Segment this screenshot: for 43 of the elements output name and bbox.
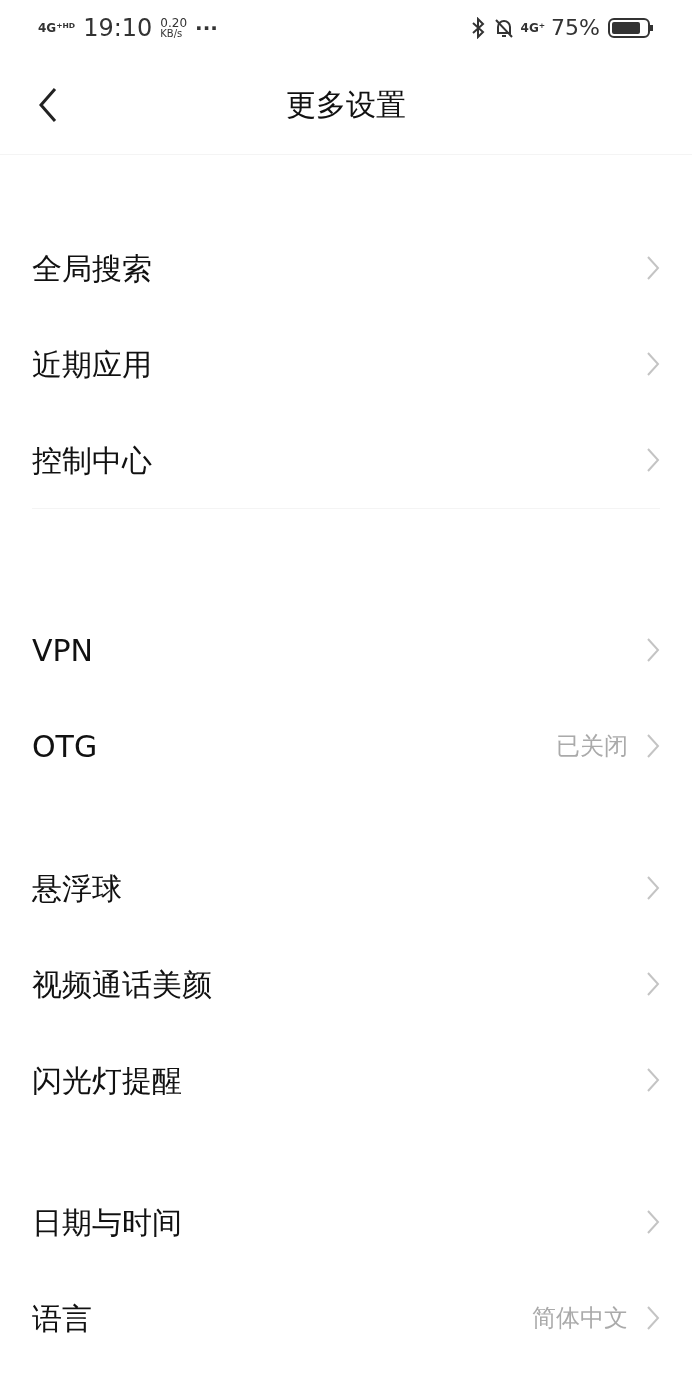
settings-row[interactable]: 视频通话美颜 [32, 936, 660, 1032]
setting-value: 已关闭 [556, 731, 628, 762]
chevron-right-icon [646, 971, 660, 997]
setting-label: 全局搜索 [32, 249, 153, 288]
chevron-right-icon [646, 255, 660, 281]
page-title: 更多设置 [286, 86, 406, 124]
network-indicator: 4G⁺ [520, 21, 546, 34]
setting-label: 控制中心 [32, 441, 153, 480]
bluetooth-icon [470, 16, 485, 39]
setting-label: 视频通话美颜 [32, 965, 213, 1004]
chevron-right-icon [646, 351, 660, 377]
more-indicator: ··· [195, 14, 218, 42]
chevron-right-icon [646, 1067, 660, 1093]
chevron-right-icon [646, 1305, 660, 1331]
back-icon [38, 87, 58, 123]
battery-icon [608, 16, 654, 39]
setting-label: 悬浮球 [32, 869, 123, 908]
chevron-right-icon [646, 447, 660, 473]
settings-row[interactable]: 控制中心 [32, 412, 660, 508]
speed-value: 0.20 [160, 16, 188, 29]
chevron-right-icon [646, 1209, 660, 1235]
settings-row[interactable]: VPN [32, 602, 660, 698]
chevron-right-icon [646, 875, 660, 901]
settings-row[interactable]: 近期应用 [32, 316, 660, 412]
setting-label: VPN [32, 631, 95, 670]
setting-label: 近期应用 [32, 345, 153, 384]
setting-label: 语言 [32, 1299, 93, 1338]
settings-row[interactable]: 全局搜索 [32, 220, 660, 316]
chevron-right-icon [646, 733, 660, 759]
status-time: 19:10 [83, 12, 153, 44]
speed-unit: KB/s [160, 28, 184, 39]
settings-row[interactable]: 日期与时间 [32, 1174, 660, 1270]
setting-label: OTG [32, 727, 99, 766]
setting-label: 闪光灯提醒 [32, 1061, 183, 1100]
battery-percent: 75% [551, 14, 600, 42]
settings-row[interactable]: OTG 已关闭 [32, 698, 660, 794]
setting-label: 日期与时间 [32, 1203, 183, 1242]
chevron-right-icon [646, 637, 660, 663]
settings-row[interactable]: 悬浮球 [32, 840, 660, 936]
settings-row[interactable]: 语言 简体中文 [32, 1270, 660, 1366]
network-indicator: 4G⁺ᴴᴰ [38, 21, 76, 34]
setting-value: 简体中文 [532, 1303, 628, 1334]
settings-row[interactable]: 闪光灯提醒 [32, 1032, 660, 1128]
